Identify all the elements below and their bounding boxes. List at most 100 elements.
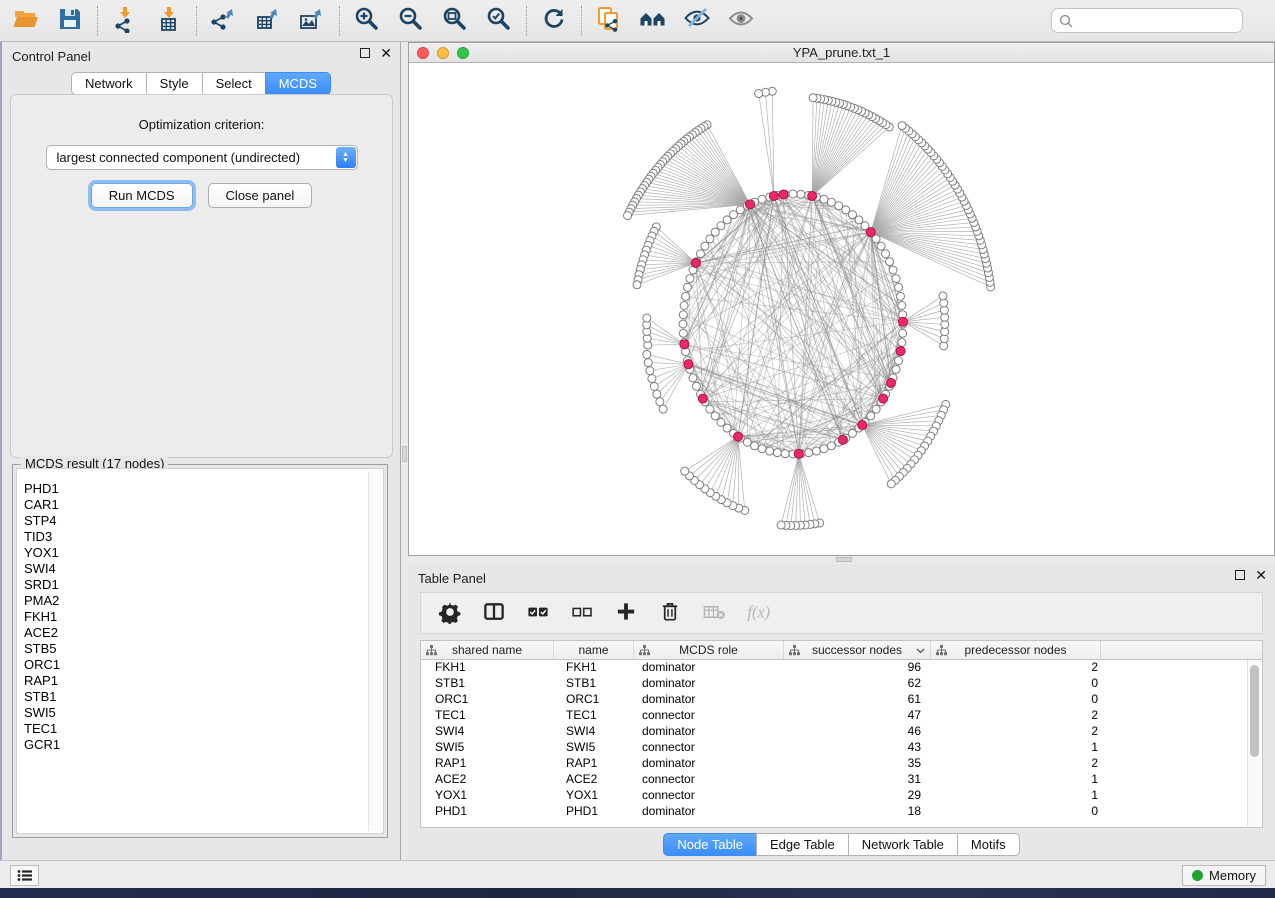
maximize-window-icon[interactable] (457, 47, 469, 59)
vertical-splitter[interactable] (401, 42, 408, 860)
select-all-icon (526, 600, 550, 627)
table-row[interactable]: SWI5SWI5connector431 (421, 740, 1262, 756)
show-all-icon (727, 5, 755, 36)
export-image-button[interactable] (290, 3, 334, 39)
mcds-result-item[interactable]: PMA2 (24, 593, 383, 609)
float-panel-icon[interactable] (360, 48, 370, 58)
unselect-all-icon (570, 600, 594, 627)
tab-style[interactable]: Style (146, 72, 203, 95)
mcds-result-item[interactable]: SWI5 (24, 705, 383, 721)
table-row[interactable]: ACE2ACE2connector311 (421, 772, 1262, 788)
mcds-result-item[interactable]: CAR1 (24, 497, 383, 513)
refresh-icon (540, 5, 568, 36)
close-panel-icon[interactable]: ✕ (1255, 570, 1267, 580)
search-input[interactable] (1078, 13, 1235, 28)
column-header-name[interactable]: name (554, 641, 634, 659)
table-cell: 47 (784, 708, 931, 724)
split-columns-button[interactable] (479, 598, 509, 628)
delete-button[interactable] (655, 598, 685, 628)
search-box[interactable] (1051, 8, 1243, 33)
mcds-result-item[interactable]: PHD1 (24, 481, 383, 497)
zoom-fit-button[interactable] (433, 3, 477, 39)
tab-motifs[interactable]: Motifs (957, 833, 1020, 856)
mcds-result-item[interactable]: STB1 (24, 689, 383, 705)
mcds-result-item[interactable]: ORC1 (24, 657, 383, 673)
log-console-button[interactable] (10, 865, 39, 886)
tab-network[interactable]: Network (71, 72, 147, 95)
mcds-result-item[interactable]: SWI4 (24, 561, 383, 577)
mcds-result-item[interactable]: TID3 (24, 529, 383, 545)
minimize-window-icon[interactable] (437, 47, 449, 59)
splitter-grip[interactable] (402, 446, 407, 462)
export-network-button[interactable] (202, 3, 246, 39)
close-panel-icon[interactable]: ✕ (380, 48, 392, 58)
table-cell: 2 (931, 724, 1101, 740)
zoom-out-button[interactable] (389, 3, 433, 39)
select-all-button[interactable] (523, 598, 553, 628)
horizontal-splitter[interactable] (408, 556, 1275, 564)
table-row[interactable]: TEC1TEC1connector472 (421, 708, 1262, 724)
add-button[interactable] (611, 598, 641, 628)
table-row[interactable]: SWI4SWI4dominator462 (421, 724, 1262, 740)
column-header-MCDS-role[interactable]: MCDS role (634, 641, 784, 659)
settings-gear-button[interactable] (435, 598, 465, 628)
splitter-grip[interactable] (836, 557, 852, 562)
refresh-button[interactable] (532, 3, 576, 39)
table-row[interactable]: PHD1PHD1dominator180 (421, 804, 1262, 820)
share-document-button[interactable] (587, 3, 631, 39)
mcds-result-item[interactable]: YOX1 (24, 545, 383, 561)
tab-select[interactable]: Select (202, 72, 266, 95)
optimization-select[interactable]: largest connected component (undirected)… (46, 145, 358, 170)
table-cell: 29 (784, 788, 931, 804)
delete-column-button (699, 598, 729, 628)
close-panel-button[interactable]: Close panel (208, 183, 313, 208)
tab-node-table[interactable]: Node Table (663, 833, 757, 856)
control-panel-tabs: NetworkStyleSelectMCDS (2, 72, 400, 95)
table-scrollbar[interactable] (1247, 660, 1261, 826)
scrollbar-thumb[interactable] (1250, 665, 1259, 757)
close-window-icon[interactable] (417, 47, 429, 59)
table-row[interactable]: ORC1ORC1dominator610 (421, 692, 1262, 708)
memory-button[interactable]: Memory (1182, 865, 1266, 886)
mcds-result-item[interactable]: ACE2 (24, 625, 383, 641)
memory-status-icon (1192, 870, 1203, 881)
export-table-button[interactable] (246, 3, 290, 39)
table-row[interactable]: FKH1FKH1dominator962 (421, 660, 1262, 676)
toolbar-separator (97, 6, 98, 36)
run-mcds-button[interactable]: Run MCDS (91, 183, 193, 208)
mcds-result-item[interactable]: GCR1 (24, 737, 383, 753)
table-cell: SWI5 (421, 740, 554, 756)
tab-network-table[interactable]: Network Table (848, 833, 958, 856)
zoom-fit-icon (441, 5, 469, 36)
unselect-all-button[interactable] (567, 598, 597, 628)
column-header-successor-nodes[interactable]: successor nodes (784, 641, 931, 659)
mcds-result-item[interactable]: STB5 (24, 641, 383, 657)
mcds-result-list[interactable]: PHD1CAR1STP4TID3YOX1SWI4SRD1PMA2FKH1ACE2… (16, 468, 384, 834)
table-cell: 35 (784, 756, 931, 772)
export-table-icon (254, 5, 282, 36)
tab-edge-table[interactable]: Edge Table (756, 833, 849, 856)
import-network-button[interactable] (103, 3, 147, 39)
mcds-result-item[interactable]: RAP1 (24, 673, 383, 689)
mcds-result-item[interactable]: TEC1 (24, 721, 383, 737)
mcds-result-item[interactable]: SRD1 (24, 577, 383, 593)
zoom-selected-button[interactable] (477, 3, 521, 39)
table-row[interactable]: YOX1YOX1connector291 (421, 788, 1262, 804)
column-header-shared-name[interactable]: shared name (421, 641, 554, 659)
show-all-button[interactable] (719, 3, 763, 39)
import-table-button[interactable] (147, 3, 191, 39)
save-button[interactable] (48, 3, 92, 39)
table-cell: ACE2 (554, 772, 634, 788)
hide-selected-button[interactable] (675, 3, 719, 39)
float-panel-icon[interactable] (1235, 570, 1245, 580)
first-neighbors-button[interactable] (631, 3, 675, 39)
mcds-result-item[interactable]: FKH1 (24, 609, 383, 625)
column-header-predecessor-nodes[interactable]: predecessor nodes (931, 641, 1101, 659)
mcds-result-item[interactable]: STP4 (24, 513, 383, 529)
zoom-in-button[interactable] (345, 3, 389, 39)
tab-mcds[interactable]: MCDS (265, 72, 331, 95)
table-row[interactable]: STB1STB1dominator620 (421, 676, 1262, 692)
table-row[interactable]: RAP1RAP1dominator352 (421, 756, 1262, 772)
network-graph[interactable] (409, 63, 1274, 555)
open-button[interactable] (4, 3, 48, 39)
